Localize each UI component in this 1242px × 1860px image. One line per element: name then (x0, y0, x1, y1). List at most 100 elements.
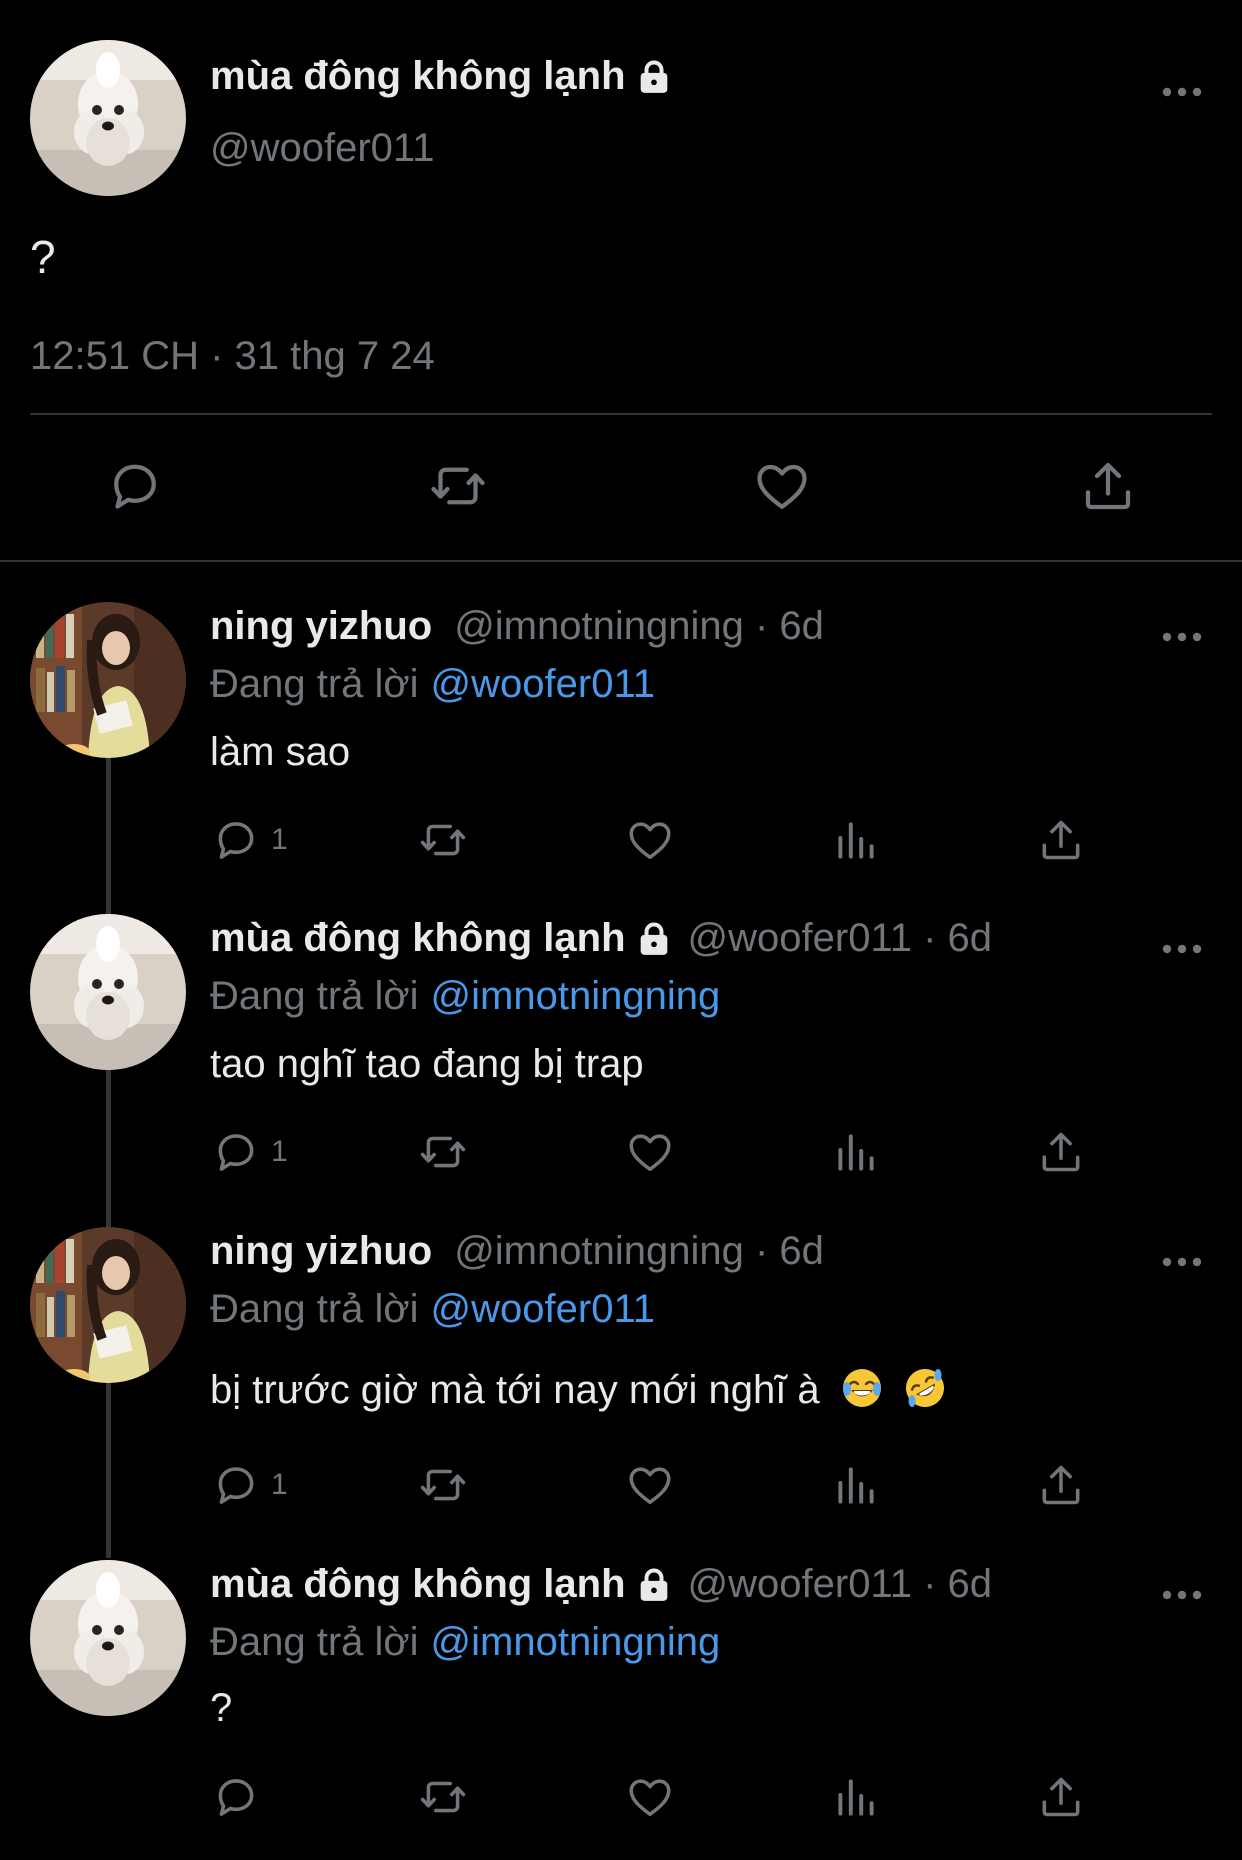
views-icon (831, 1460, 881, 1510)
share-button[interactable] (1036, 1772, 1086, 1822)
mention-link[interactable]: @imnotningning (431, 974, 721, 1018)
retweet-icon (418, 1127, 468, 1177)
views-button[interactable] (831, 1460, 881, 1510)
retweet-button[interactable] (418, 1127, 468, 1177)
lock-icon (634, 57, 674, 97)
more-icon[interactable] (1160, 1588, 1204, 1602)
retweet-button[interactable] (418, 815, 468, 865)
reply-text: ? (210, 1686, 233, 1730)
replying-label: Đang trả lời (210, 662, 419, 706)
reply-button[interactable] (211, 1772, 271, 1822)
like-icon (625, 1127, 675, 1177)
like-icon (625, 815, 675, 865)
retweet-icon (418, 1772, 468, 1822)
main-tweet: mùa đông không lạnh @woofer011 ? 12:51 C… (0, 0, 1242, 562)
reply-text: làm sao (210, 730, 351, 774)
display-name[interactable]: mùa đông không lạnh (210, 916, 626, 961)
display-name[interactable]: mùa đông không lạnh (210, 1562, 626, 1607)
reply-actions (0, 1772, 1242, 1828)
mention-link[interactable]: @woofer011 (431, 662, 655, 706)
reply-tweet[interactable]: ning yizhuo @imnotningning · 6d Đang trả… (0, 1227, 1242, 1527)
reply-count: 1 (271, 1135, 288, 1168)
reply-actions: 1 (0, 815, 1242, 871)
handle-and-time[interactable]: @imnotningning · 6d (454, 604, 824, 649)
views-button[interactable] (831, 1772, 881, 1822)
share-icon (1036, 815, 1086, 865)
reply-header: ning yizhuo @imnotningning · 6d (210, 1229, 824, 1274)
retweet-button[interactable] (418, 1772, 468, 1822)
reply-tweet[interactable]: ning yizhuo @imnotningning · 6d Đang trả… (0, 602, 1242, 902)
reply-button[interactable]: 1 (211, 1127, 288, 1177)
views-button[interactable] (831, 1127, 881, 1177)
tweet-timestamp[interactable]: 12:51 CH · 31 thg 7 24 (30, 334, 435, 379)
like-button[interactable] (625, 1127, 675, 1177)
reply-actions: 1 (0, 1460, 1242, 1516)
retweet-button[interactable] (418, 1460, 468, 1510)
like-button[interactable] (752, 456, 812, 516)
views-icon (831, 1772, 881, 1822)
views-button[interactable] (831, 815, 881, 865)
reply-icon (211, 1460, 261, 1510)
handle-and-time[interactable]: @woofer011 · 6d (688, 1562, 992, 1607)
reply-icon (105, 456, 165, 516)
retweet-icon (418, 1460, 468, 1510)
avatar[interactable] (30, 1560, 186, 1716)
reply-tweet[interactable]: mùa đông không lạnh @woofer011 · 6d Đang… (0, 914, 1242, 1214)
mention-link[interactable]: @woofer011 (431, 1287, 655, 1331)
avatar[interactable] (30, 1227, 186, 1383)
like-icon (625, 1772, 675, 1822)
replying-to: Đang trả lời @woofer011 (210, 662, 655, 707)
rolling-on-floor-laughing-icon (905, 1369, 944, 1407)
reply-header: mùa đông không lạnh @woofer011 · 6d (210, 1562, 992, 1607)
reply-text: tao nghĩ tao đang bị trap (210, 1042, 644, 1086)
reply-tweet[interactable]: mùa đông không lạnh @woofer011 · 6d Đang… (0, 1560, 1242, 1856)
handle-and-time[interactable]: @imnotningning · 6d (454, 1229, 824, 1274)
avatar[interactable] (30, 602, 186, 758)
share-button[interactable] (1036, 1460, 1086, 1510)
more-icon[interactable] (1160, 630, 1204, 644)
display-name[interactable]: ning yizhuo (210, 1229, 432, 1274)
more-icon[interactable] (1160, 85, 1204, 99)
reply-button[interactable] (105, 456, 165, 516)
tweet-text: ? (30, 231, 56, 283)
replying-to: Đang trả lời @imnotningning (210, 1620, 720, 1665)
author-handle[interactable]: @woofer011 (210, 126, 434, 171)
more-icon[interactable] (1160, 1255, 1204, 1269)
retweet-button[interactable] (428, 456, 488, 516)
display-name[interactable]: ning yizhuo (210, 604, 432, 649)
like-button[interactable] (625, 1460, 675, 1510)
views-icon (831, 1127, 881, 1177)
share-button[interactable] (1036, 815, 1086, 865)
share-icon (1036, 1127, 1086, 1177)
replying-to: Đang trả lời @woofer011 (210, 1287, 655, 1332)
replying-label: Đang trả lời (210, 974, 419, 1018)
avatar[interactable] (30, 40, 186, 196)
mention-link[interactable]: @imnotningning (431, 1620, 721, 1664)
replying-to: Đang trả lời @imnotningning (210, 974, 720, 1019)
reply-button[interactable]: 1 (211, 1460, 288, 1510)
handle-and-time[interactable]: @woofer011 · 6d (688, 916, 992, 961)
more-icon[interactable] (1160, 942, 1204, 956)
views-icon (831, 815, 881, 865)
share-icon (1036, 1772, 1086, 1822)
author-name[interactable]: mùa đông không lạnh (210, 54, 674, 99)
like-button[interactable] (625, 1772, 675, 1822)
face-with-tears-of-joy-icon (842, 1369, 881, 1407)
reply-count: 1 (271, 823, 288, 856)
reply-text-line: bị trước giờ mà tới nay mới nghĩ à (210, 1367, 946, 1413)
replying-label: Đang trả lời (210, 1620, 419, 1664)
retweet-icon (418, 815, 468, 865)
like-button[interactable] (625, 815, 675, 865)
reply-button[interactable]: 1 (211, 815, 288, 865)
share-button[interactable] (1036, 1127, 1086, 1177)
avatar[interactable] (30, 914, 186, 1070)
reply-icon (211, 815, 261, 865)
retweet-icon (428, 456, 488, 516)
divider (30, 413, 1212, 415)
reply-icon (211, 1127, 261, 1177)
lock-icon (634, 919, 674, 959)
reply-count: 1 (271, 1468, 288, 1501)
share-button[interactable] (1078, 456, 1138, 516)
display-name[interactable]: mùa đông không lạnh (210, 54, 626, 99)
reply-header: ning yizhuo @imnotningning · 6d (210, 604, 824, 649)
